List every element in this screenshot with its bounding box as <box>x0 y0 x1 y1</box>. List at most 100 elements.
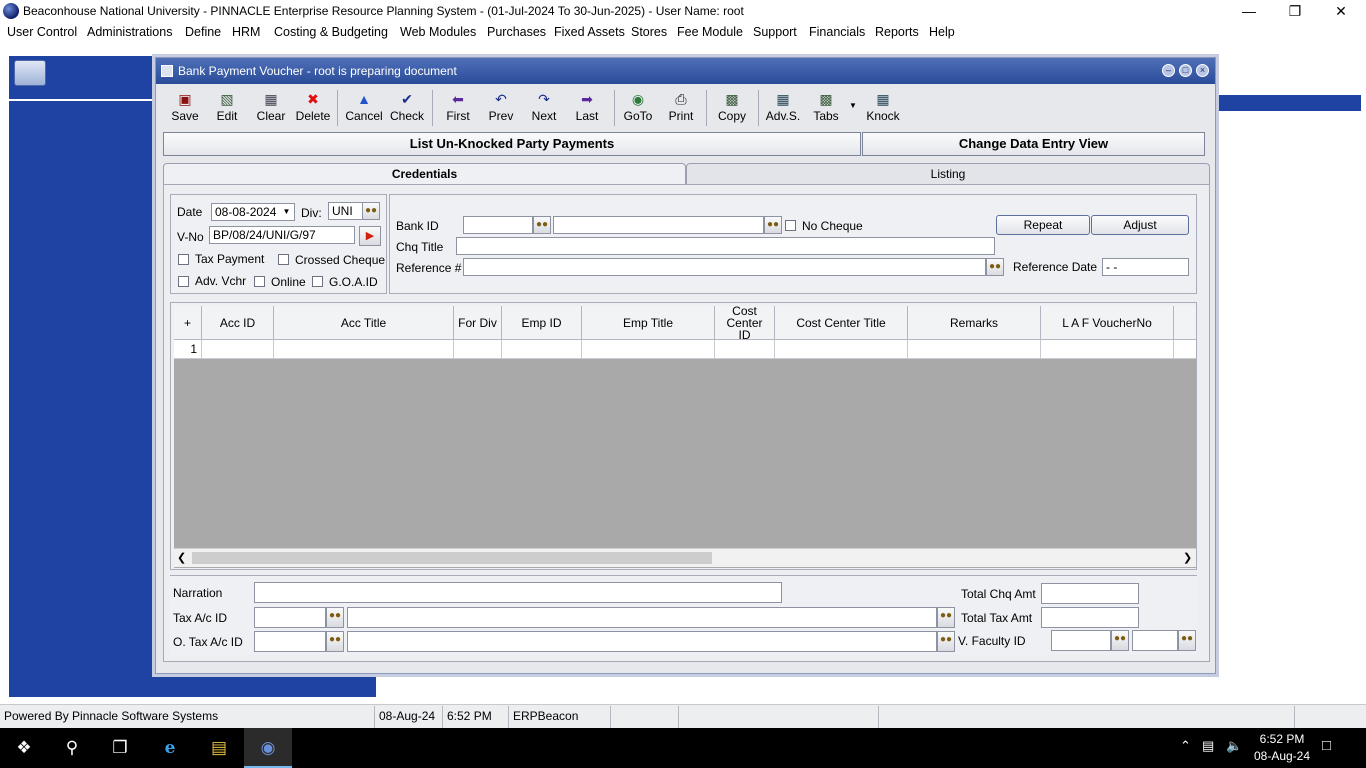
cell-acc-title[interactable] <box>274 340 454 359</box>
cell-laf-voucherno[interactable] <box>1041 340 1174 359</box>
cell-emp-title[interactable] <box>582 340 715 359</box>
goto-button[interactable]: ◉ GoTo <box>617 88 659 128</box>
v-faculty-id-lookup-icon[interactable]: ●● <box>1111 630 1129 651</box>
copy-button[interactable]: ▩ Copy <box>711 88 753 128</box>
o-tax-ac-title-field[interactable] <box>347 631 937 652</box>
notifications-icon[interactable]: □ <box>1322 737 1331 754</box>
bank-title-lookup-icon[interactable]: ●● <box>764 216 782 234</box>
menu-reports[interactable]: Reports <box>875 25 919 39</box>
cell-acc-id[interactable] <box>202 340 274 359</box>
save-button[interactable]: ▣ Save <box>164 88 206 128</box>
o-tax-ac-title-lookup-icon[interactable]: ●● <box>937 631 955 652</box>
reference-date-field[interactable]: - - <box>1102 258 1189 276</box>
chq-title-field[interactable] <box>456 237 995 255</box>
advanced-search-button[interactable]: ▦ Adv.S. <box>762 88 804 128</box>
repeat-button[interactable]: Repeat <box>996 215 1090 235</box>
adjust-button[interactable]: Adjust <box>1091 215 1189 235</box>
menu-fixed-assets[interactable]: Fixed Assets <box>554 25 625 39</box>
menu-help[interactable]: Help <box>929 25 955 39</box>
tax-payment-checkbox[interactable] <box>178 254 189 265</box>
narration-field[interactable] <box>254 582 782 603</box>
div-lookup-icon[interactable]: ●● <box>362 202 380 220</box>
print-button[interactable]: ⎙ Print <box>660 88 702 128</box>
tab-listing[interactable]: Listing <box>686 163 1210 184</box>
goaid-checkbox[interactable] <box>312 276 323 287</box>
check-button[interactable]: ✔ Check <box>386 88 428 128</box>
task-view-icon[interactable]: ❐ <box>96 728 144 768</box>
reference-lookup-icon[interactable]: ●● <box>986 258 1004 276</box>
last-button[interactable]: ➡ Last <box>566 88 608 128</box>
list-unknocked-party-payments-button[interactable]: List Un-Knocked Party Payments <box>163 132 861 156</box>
prev-button[interactable]: ↶ Prev <box>480 88 522 128</box>
delete-button[interactable]: ✖ Delete <box>292 88 334 128</box>
file-explorer-icon[interactable]: ▤ <box>195 728 243 768</box>
windows-start-icon[interactable]: ❖ <box>0 728 48 768</box>
close-icon[interactable]: ✕ <box>1318 0 1364 23</box>
network-icon[interactable]: ▤ <box>1202 738 1214 754</box>
change-data-entry-view-button[interactable]: Change Data Entry View <box>862 132 1205 156</box>
bank-title-field[interactable] <box>553 216 764 234</box>
volume-icon[interactable]: 🔈 <box>1226 738 1242 754</box>
tabs-button[interactable]: ▩ Tabs <box>805 88 847 128</box>
tabs-dropdown-button[interactable]: ▼ <box>844 88 858 128</box>
first-button[interactable]: ⬅ First <box>437 88 479 128</box>
scroll-left-icon[interactable]: ❮ <box>177 551 186 564</box>
erp-app-icon[interactable]: ◉ <box>244 728 292 768</box>
horizontal-scrollbar[interactable]: ❮ ❯ <box>174 548 1196 567</box>
menu-fee-module[interactable]: Fee Module <box>677 25 743 39</box>
vno-field[interactable]: BP/08/24/UNI/G/97 <box>209 226 355 244</box>
no-cheque-checkbox[interactable] <box>785 220 796 231</box>
scroll-right-icon[interactable]: ❯ <box>1183 551 1192 564</box>
bank-id-lookup-icon[interactable]: ●● <box>533 216 551 234</box>
window-close-icon[interactable]: × <box>1196 64 1209 77</box>
window-minimize-icon[interactable]: – <box>1162 64 1175 77</box>
cell-emp-id[interactable] <box>502 340 582 359</box>
menu-define[interactable]: Define <box>185 25 221 39</box>
v-faculty-title-field[interactable] <box>1132 630 1178 651</box>
tax-ac-id-lookup-icon[interactable]: ●● <box>326 607 344 628</box>
scroll-thumb[interactable] <box>192 552 712 564</box>
online-checkbox[interactable] <box>254 276 265 287</box>
window-maximize-icon[interactable]: □ <box>1179 64 1192 77</box>
edit-button[interactable]: ▧ Edit <box>206 88 248 128</box>
cancel-button[interactable]: ▲ Cancel <box>343 88 385 128</box>
tax-ac-id-field[interactable] <box>254 607 326 628</box>
document-stack-icon[interactable] <box>14 60 46 86</box>
adv-vchr-checkbox[interactable] <box>178 276 189 287</box>
o-tax-ac-id-lookup-icon[interactable]: ●● <box>326 631 344 652</box>
cell-cost-center-title[interactable] <box>775 340 908 359</box>
crossed-cheque-checkbox[interactable] <box>278 254 289 265</box>
tax-ac-title-lookup-icon[interactable]: ●● <box>937 607 955 628</box>
cell-remarks[interactable] <box>908 340 1041 359</box>
grid-add-row[interactable]: + <box>174 306 202 340</box>
menu-web-modules[interactable]: Web Modules <box>400 25 476 39</box>
cell-for-div[interactable] <box>454 340 502 359</box>
menu-purchases[interactable]: Purchases <box>487 25 546 39</box>
minimize-icon[interactable]: — <box>1226 0 1272 23</box>
menu-stores[interactable]: Stores <box>631 25 667 39</box>
v-faculty-title-lookup-icon[interactable]: ●● <box>1178 630 1196 651</box>
o-tax-ac-id-field[interactable] <box>254 631 326 652</box>
internet-explorer-icon[interactable]: e <box>146 728 194 768</box>
menu-administrations[interactable]: Administrations <box>87 25 172 39</box>
v-faculty-id-field[interactable] <box>1051 630 1111 651</box>
show-hidden-icons-chevron-icon[interactable]: ⌃ <box>1180 738 1191 754</box>
menu-user-control[interactable]: User Control <box>7 25 77 39</box>
next-button[interactable]: ↷ Next <box>523 88 565 128</box>
menu-costing-budgeting[interactable]: Costing & Budgeting <box>274 25 388 39</box>
restore-icon[interactable]: ❐ <box>1272 0 1318 23</box>
reference-field[interactable] <box>463 258 986 276</box>
bank-id-field[interactable] <box>463 216 533 234</box>
cell-cost-center-id[interactable] <box>715 340 775 359</box>
clear-button[interactable]: ▦ Clear <box>250 88 292 128</box>
taskbar-clock[interactable]: 6:52 PM 08-Aug-24 <box>1250 731 1314 765</box>
knock-button[interactable]: ▦ Knock <box>862 88 904 128</box>
tab-credentials[interactable]: Credentials <box>163 163 686 184</box>
search-icon[interactable]: ⚲ <box>48 728 96 768</box>
menu-support[interactable]: Support <box>753 25 797 39</box>
date-dropdown-chevron-icon[interactable]: ▼ <box>279 204 294 220</box>
menu-hrm[interactable]: HRM <box>232 25 260 39</box>
tax-ac-title-field[interactable] <box>347 607 937 628</box>
vno-go-arrow-icon[interactable]: ▶ <box>359 226 381 246</box>
menu-financials[interactable]: Financials <box>809 25 865 39</box>
